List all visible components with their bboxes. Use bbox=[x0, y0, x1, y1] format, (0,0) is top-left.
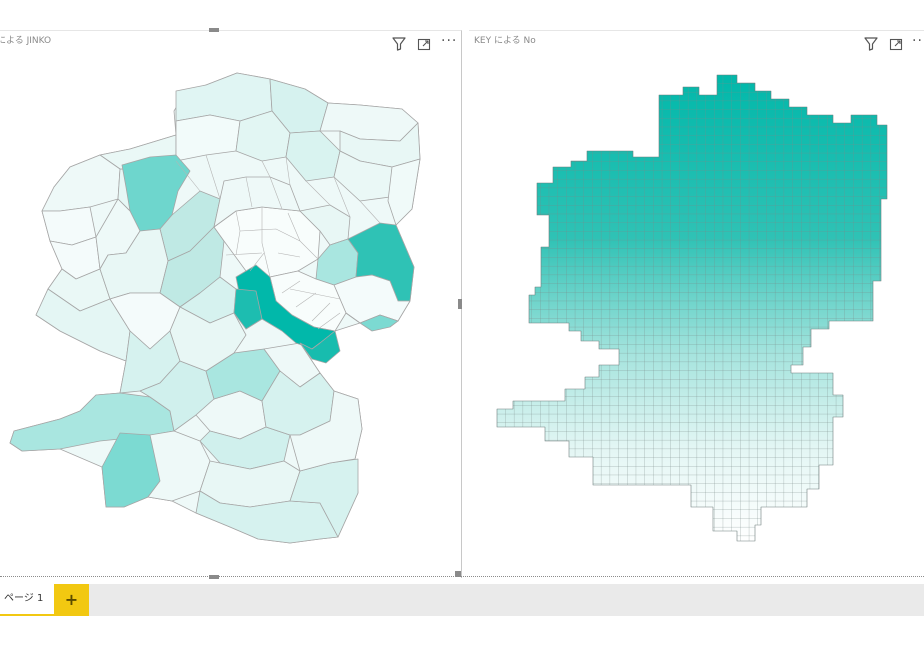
plus-icon: + bbox=[64, 590, 79, 609]
page-tab-1[interactable]: ページ 1 bbox=[0, 584, 54, 616]
mesh-map-visual-no[interactable]: KEY による No ··· bbox=[469, 30, 924, 578]
canvas-divider bbox=[0, 576, 924, 577]
page-tab-bar: ページ 1 + bbox=[0, 584, 924, 616]
mesh-region bbox=[496, 74, 888, 542]
add-page-button[interactable]: + bbox=[54, 584, 89, 616]
report-top-bar bbox=[0, 0, 924, 30]
mesh-grid-map bbox=[496, 74, 888, 542]
map-visual-jinko[interactable]: による JINKO ··· bbox=[0, 28, 462, 579]
choropleth-map bbox=[9, 72, 421, 544]
